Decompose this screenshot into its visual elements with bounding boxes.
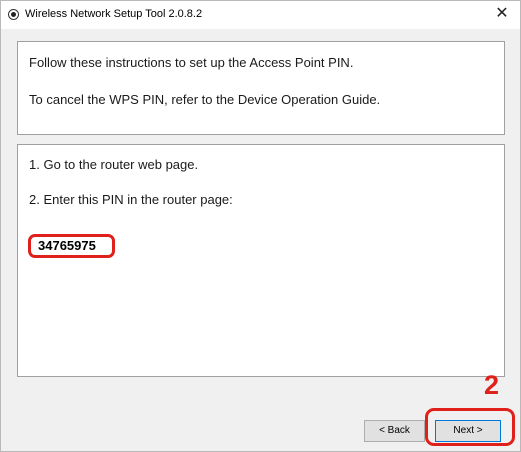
app-disc-icon — [8, 9, 19, 20]
instruction-line-1: Follow these instructions to set up the … — [29, 55, 354, 70]
setup-window: Wireless Network Setup Tool 2.0.8.2 ✕ Fo… — [0, 0, 521, 452]
title-bar: Wireless Network Setup Tool 2.0.8.2 ✕ — [1, 1, 520, 29]
steps-panel: 1. Go to the router web page. 2. Enter t… — [17, 144, 505, 377]
pin-code: 34765975 — [28, 234, 115, 258]
step-number-callout: 2 — [484, 370, 500, 400]
window-title: Wireless Network Setup Tool 2.0.8.2 — [25, 8, 203, 20]
instructions-panel: Follow these instructions to set up the … — [17, 41, 505, 135]
next-button[interactable]: Next > — [435, 420, 501, 442]
instruction-line-2: To cancel the WPS PIN, refer to the Devi… — [29, 92, 381, 107]
step-1-text: 1. Go to the router web page. — [29, 157, 199, 172]
close-button[interactable]: ✕ — [484, 1, 520, 29]
back-button[interactable]: < Back — [364, 420, 425, 442]
step-2-text: 2. Enter this PIN in the router page: — [29, 192, 233, 207]
